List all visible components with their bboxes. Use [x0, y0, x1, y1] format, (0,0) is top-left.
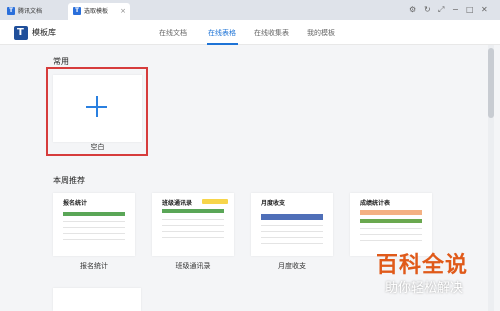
- preview-row: [162, 225, 224, 226]
- tencent-docs-icon: T: [73, 7, 81, 15]
- template-header: T 模板库 在线文档 在线表格 在线收集表 我的模板: [0, 20, 500, 45]
- preview-row: [360, 240, 422, 241]
- tencent-docs-icon: T: [7, 7, 15, 15]
- minimize-icon[interactable]: −: [452, 4, 459, 15]
- tab-tencent-docs[interactable]: T 腾讯文档: [2, 3, 66, 20]
- preview-header: [261, 214, 323, 220]
- preview-header: [360, 219, 422, 223]
- tab-online-sheets[interactable]: 在线表格: [208, 28, 236, 38]
- active-tab-indicator: [207, 43, 238, 45]
- template-card-signup[interactable]: 报名统计: [53, 193, 135, 256]
- template-card-title: 月度收支: [261, 200, 286, 207]
- preview-row: [63, 239, 125, 240]
- preview-row: [261, 237, 323, 238]
- template-card-class-contacts[interactable]: 班级通讯录: [152, 193, 234, 256]
- tab-label: 选取模板: [84, 8, 109, 15]
- preview-row: [162, 231, 224, 232]
- settings-icon[interactable]: ⚙: [409, 4, 416, 15]
- template-label: 月度收支: [278, 262, 306, 270]
- fullscreen-icon[interactable]: ⤢: [438, 4, 444, 15]
- section-title-common: 常用: [53, 57, 69, 66]
- preview-row: [162, 219, 224, 220]
- preview-row: [360, 234, 422, 235]
- preview-banner: [360, 210, 422, 215]
- template-library-logo-icon: T: [14, 26, 28, 40]
- scrollbar-thumb[interactable]: [488, 48, 494, 118]
- preview-row: [261, 225, 323, 226]
- preview-row: [261, 243, 323, 244]
- watermark-subtitle: 助你轻松解决: [385, 281, 464, 296]
- window-titlebar: T 腾讯文档 T 选取模板 × ⚙ ↻ ⤢ − □ ✕: [0, 0, 500, 20]
- tab-select-template[interactable]: T 选取模板 ×: [68, 3, 130, 20]
- tab-online-forms[interactable]: 在线收集表: [254, 28, 289, 38]
- template-card-title: 成绩统计表: [360, 200, 391, 207]
- preview-row: [162, 237, 224, 238]
- brand-title: 模板库: [32, 28, 56, 37]
- preview-header: [63, 212, 125, 216]
- close-window-icon[interactable]: ✕: [481, 4, 488, 15]
- preview-row: [63, 233, 125, 234]
- template-card-title: 班级通讯录: [162, 200, 193, 207]
- template-card-title: 报名统计: [63, 200, 88, 207]
- preview-header: [162, 209, 224, 213]
- tab-online-docs[interactable]: 在线文档: [159, 28, 187, 38]
- template-card-monthly-budget[interactable]: 月度收支: [251, 193, 333, 256]
- section-title-weekly: 本周推荐: [53, 176, 85, 185]
- watermark-title: 百科全说: [376, 253, 469, 278]
- refresh-icon[interactable]: ↻: [424, 4, 431, 15]
- preview-note: [202, 199, 228, 204]
- template-label: 班级通讯录: [175, 262, 211, 270]
- preview-row: [261, 231, 323, 232]
- preview-row: [360, 228, 422, 229]
- template-label: 报名统计: [80, 262, 108, 270]
- template-card-partial[interactable]: [53, 288, 141, 311]
- blank-template-label: 空白: [90, 143, 105, 151]
- template-card-grades[interactable]: 成绩统计表: [350, 193, 432, 256]
- close-icon[interactable]: ×: [120, 3, 126, 20]
- maximize-icon[interactable]: □: [466, 4, 474, 15]
- tab-label: 腾讯文档: [18, 8, 43, 15]
- tab-my-templates[interactable]: 我的模板: [307, 28, 335, 38]
- preview-row: [63, 221, 125, 222]
- preview-row: [63, 227, 125, 228]
